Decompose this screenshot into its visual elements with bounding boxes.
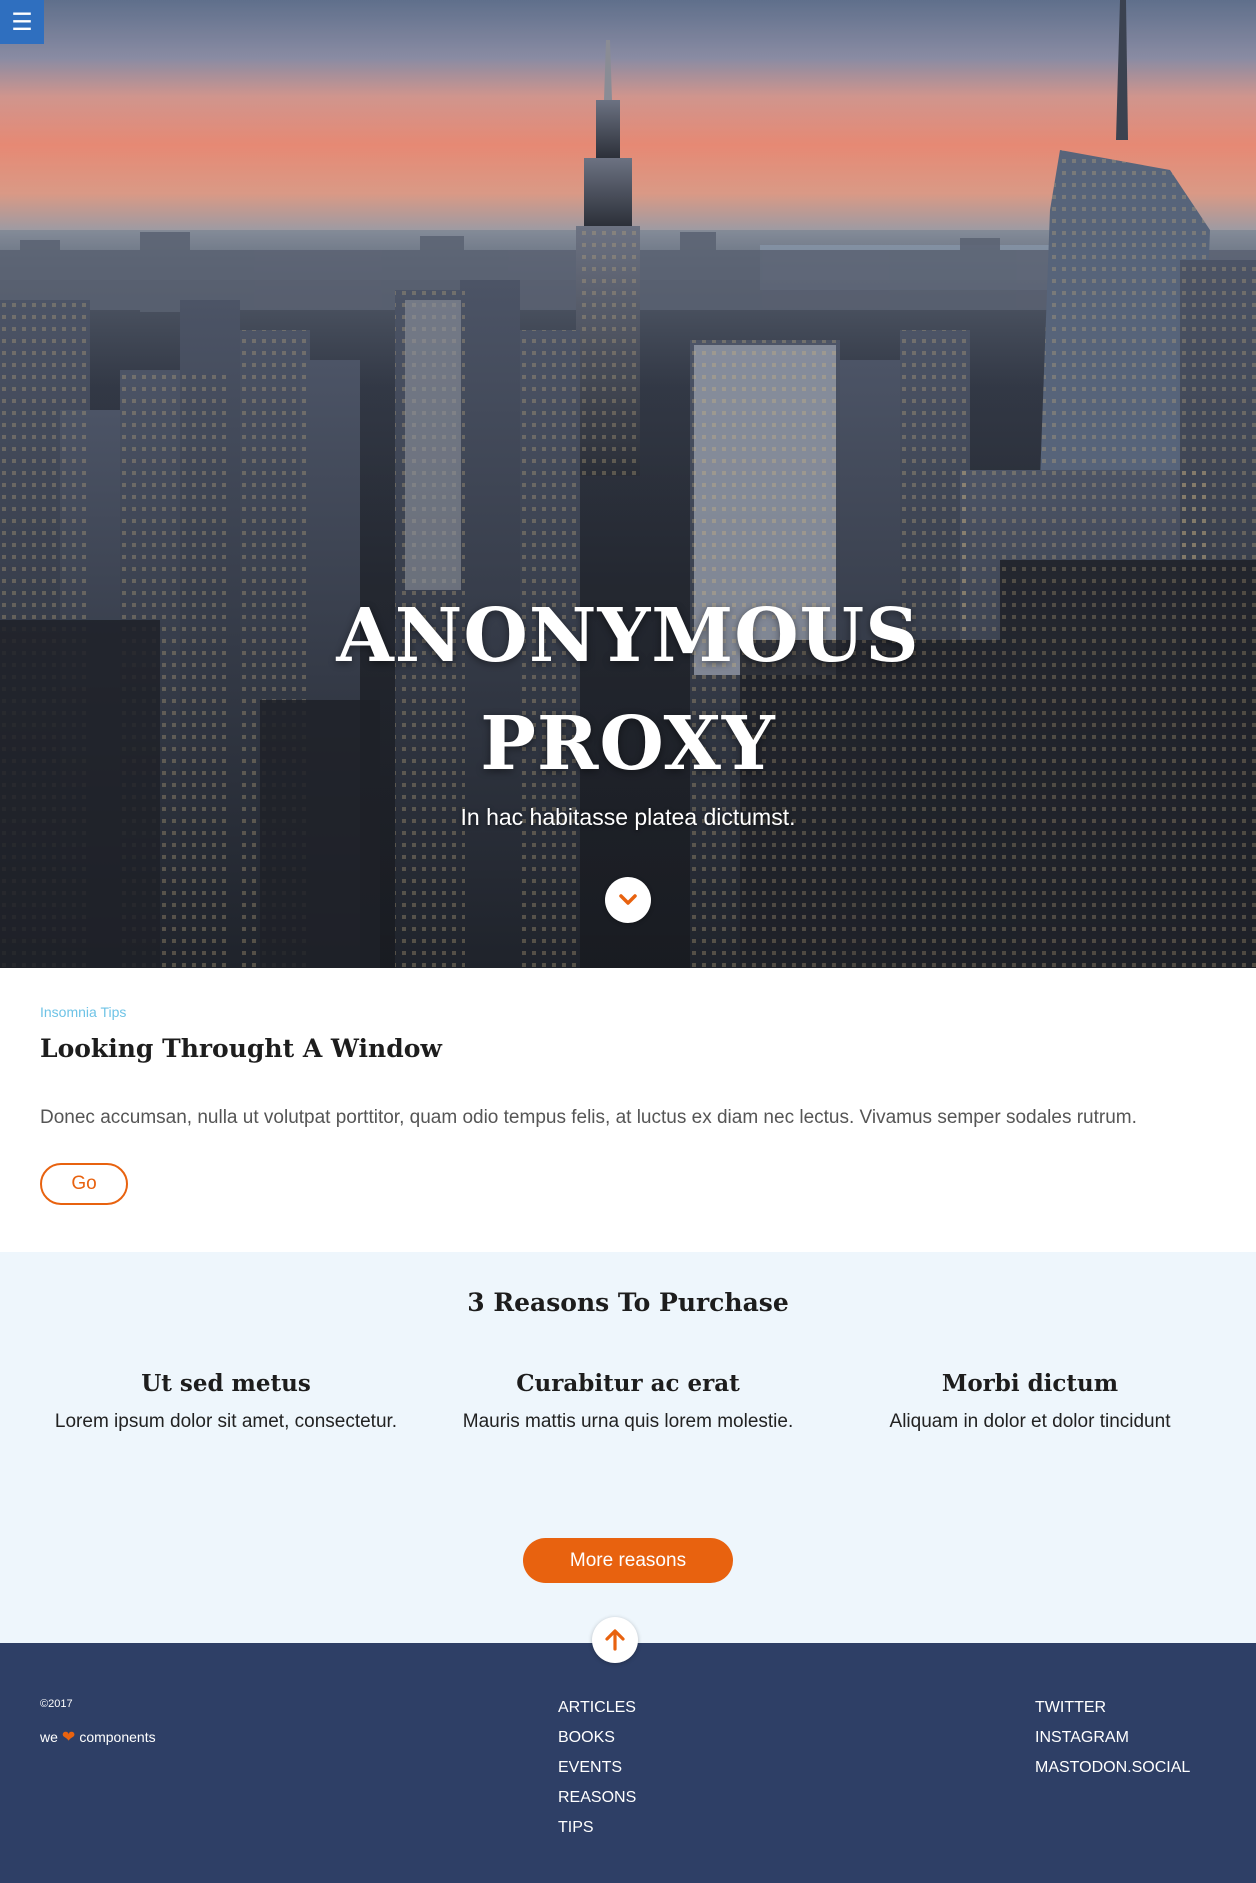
reason-card: Curabitur ac erat Mauris mattis urna qui… [428, 1370, 828, 1433]
reason-text: Mauris mattis urna quis lorem molestie. [462, 1411, 794, 1432]
hero-title: ANONYMOUS PROXY [0, 582, 1256, 798]
article-body: Donec accumsan, nulla ut volutpat portti… [40, 1107, 1137, 1128]
back-to-top-button[interactable] [592, 1617, 638, 1663]
reasons-title: 3 Reasons To Purchase [467, 1288, 789, 1317]
reason-title: Curabitur ac erat [516, 1370, 740, 1397]
footer-nav: ARTICLES BOOKS EVENTS REASONS TIPS [558, 1693, 636, 1843]
footer-link-articles[interactable]: ARTICLES [558, 1693, 636, 1723]
reason-card: Morbi dictum Aliquam in dolor et dolor t… [830, 1370, 1230, 1433]
footer-link-books[interactable]: BOOKS [558, 1723, 636, 1753]
hero-subtitle: In hac habitasse platea dictumst. [460, 804, 796, 830]
made-with-love-text: we ❤ components [40, 1727, 156, 1747]
footer: ©2017 we ❤ components ARTICLES BOOKS EVE… [0, 1643, 1256, 1883]
hero-title-line-1: ANONYMOUS [336, 593, 920, 679]
love-suffix: components [79, 1729, 156, 1745]
hero-section: ☰ ANONYMOUS PROXY In hac habitasse plate… [0, 0, 1256, 968]
hero-title-line-2: PROXY [480, 701, 776, 787]
social-link-mastodon[interactable]: MASTODON.SOCIAL [1035, 1753, 1190, 1783]
more-reasons-button[interactable]: More reasons [523, 1538, 733, 1583]
reason-title: Morbi dictum [941, 1370, 1119, 1397]
social-link-instagram[interactable]: INSTAGRAM [1035, 1723, 1190, 1753]
article-title: Looking Throught A Window [40, 1034, 442, 1063]
footer-link-reasons[interactable]: REASONS [558, 1783, 636, 1813]
footer-link-events[interactable]: EVENTS [558, 1753, 636, 1783]
reason-title: Ut sed metus [141, 1370, 311, 1397]
love-prefix: we [40, 1729, 58, 1745]
reason-text: Lorem ipsum dolor sit amet, consectetur. [54, 1411, 398, 1432]
footer-link-tips[interactable]: TIPS [558, 1813, 636, 1843]
copyright-text: ©2017 [40, 1698, 73, 1710]
scroll-down-button[interactable] [605, 877, 651, 923]
reason-card: Ut sed metus Lorem ipsum dolor sit amet,… [26, 1370, 426, 1433]
footer-social: TWITTER INSTAGRAM MASTODON.SOCIAL [1035, 1693, 1190, 1783]
chevron-down-icon [619, 894, 637, 905]
go-button[interactable]: Go [40, 1163, 128, 1205]
reason-text: Aliquam in dolor et dolor tincidunt [889, 1411, 1171, 1432]
reasons-section: 3 Reasons To Purchase Ut sed metus Lorem… [0, 1252, 1256, 1643]
menu-button[interactable]: ☰ [0, 0, 44, 44]
hamburger-icon: ☰ [11, 8, 33, 36]
article-section: Insomnia Tips Looking Throught A Window … [0, 968, 1256, 1252]
heart-icon: ❤ [61, 1729, 76, 1746]
article-category[interactable]: Insomnia Tips [40, 1004, 126, 1020]
social-link-twitter[interactable]: TWITTER [1035, 1693, 1190, 1723]
arrow-up-icon [605, 1629, 625, 1651]
